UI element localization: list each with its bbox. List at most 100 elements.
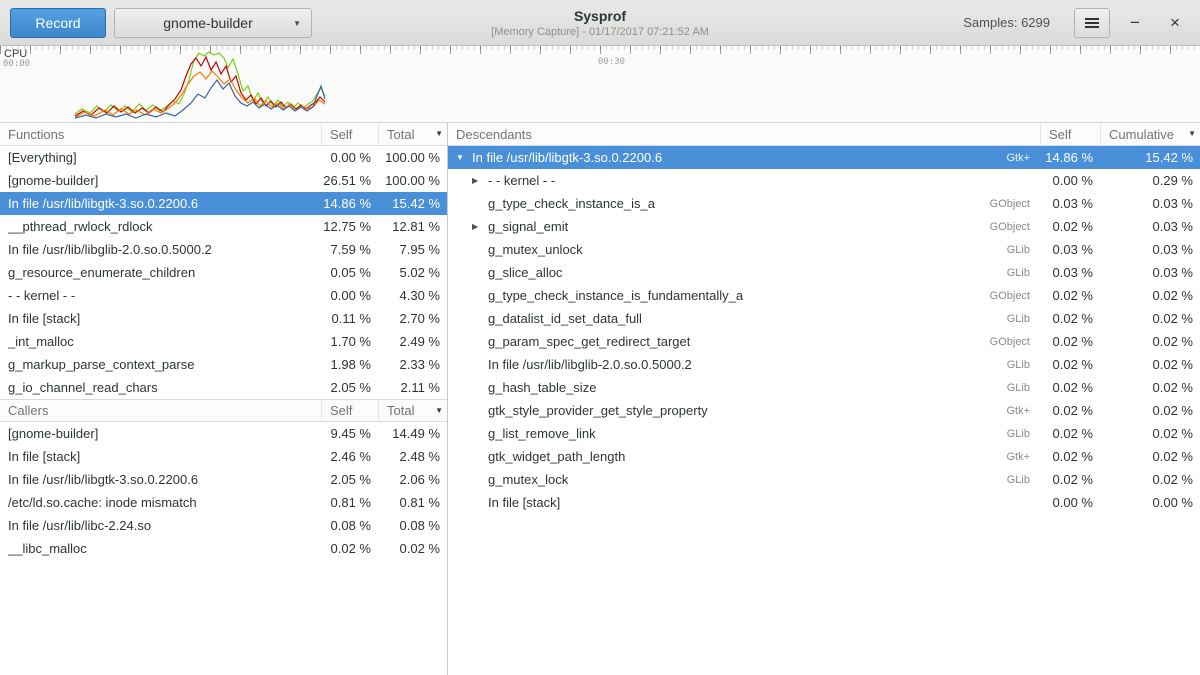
column-header-self[interactable]: Self: [321, 123, 378, 145]
column-header-total[interactable]: Total ▼: [378, 123, 447, 145]
library-tag: GLib: [997, 474, 1040, 486]
capture-subtitle: [Memory Capture] - 01/17/2017 07:21:52 A…: [491, 24, 709, 38]
column-header-functions[interactable]: Functions: [0, 123, 321, 145]
table-row[interactable]: g_list_remove_link GLib 0.02 % 0.02 %: [448, 422, 1200, 445]
table-row[interactable]: In file /usr/lib/libgtk-3.so.0.2200.6 14…: [0, 192, 447, 215]
column-header-descendants[interactable]: Descendants: [448, 123, 1040, 145]
functions-table-header: Functions Self Total ▼: [0, 123, 447, 146]
table-row[interactable]: - - kernel - - 0.00 % 4.30 %: [0, 284, 447, 307]
cumulative-value: 0.02 %: [1100, 449, 1200, 464]
table-row[interactable]: ▼ In file /usr/lib/libgtk-3.so.0.2200.6 …: [448, 146, 1200, 169]
total-value: 2.06 %: [378, 472, 447, 487]
descendants-table-header: Descendants Self Cumulative ▼: [448, 123, 1200, 146]
close-button[interactable]: ×: [1160, 8, 1190, 38]
table-row[interactable]: gtk_style_provider_get_style_property Gt…: [448, 399, 1200, 422]
descendants-table-body: ▼ In file /usr/lib/libgtk-3.so.0.2200.6 …: [448, 146, 1200, 514]
function-name: _int_malloc: [0, 334, 321, 349]
function-name: g_resource_enumerate_children: [0, 265, 321, 280]
function-name: In file /usr/lib/libglib-2.0.so.0.5000.2…: [448, 357, 1040, 372]
cumulative-value: 0.02 %: [1100, 403, 1200, 418]
menu-button[interactable]: [1074, 8, 1110, 38]
table-row[interactable]: g_io_channel_read_chars 2.05 % 2.11 %: [0, 376, 447, 399]
process-selector-dropdown[interactable]: gnome-builder ▼: [114, 8, 312, 38]
table-row[interactable]: ▶ g_signal_emit GObject 0.02 % 0.03 %: [448, 215, 1200, 238]
table-row[interactable]: g_mutex_lock GLib 0.02 % 0.02 %: [448, 468, 1200, 491]
table-row[interactable]: __pthread_rwlock_rdlock 12.75 % 12.81 %: [0, 215, 447, 238]
column-header-self[interactable]: Self: [1040, 123, 1100, 145]
self-value: 0.00 %: [321, 150, 378, 165]
table-row[interactable]: In file /usr/lib/libglib-2.0.so.0.5000.2…: [448, 353, 1200, 376]
library-tag: GLib: [997, 244, 1040, 256]
column-header-callers[interactable]: Callers: [0, 400, 321, 421]
table-row[interactable]: In file /usr/lib/libgtk-3.so.0.2200.6 2.…: [0, 468, 447, 491]
table-row[interactable]: [gnome-builder] 26.51 % 100.00 %: [0, 169, 447, 192]
cpu-core-orange-line: [75, 71, 325, 117]
table-row[interactable]: g_hash_table_size GLib 0.02 % 0.02 %: [448, 376, 1200, 399]
table-row[interactable]: /etc/ld.so.cache: inode mismatch 0.81 % …: [0, 491, 447, 514]
library-tag: Gtk+: [996, 451, 1040, 463]
function-name: In file [stack]: [448, 495, 1040, 510]
self-value: 0.02 %: [1040, 219, 1100, 234]
table-row[interactable]: g_type_check_instance_is_fundamentally_a…: [448, 284, 1200, 307]
self-value: 0.02 %: [1040, 380, 1100, 395]
table-row[interactable]: __libc_malloc 0.02 % 0.02 %: [0, 537, 447, 560]
table-row[interactable]: In file /usr/lib/libglib-2.0.so.0.5000.2…: [0, 238, 447, 261]
table-row[interactable]: g_markup_parse_context_parse 1.98 % 2.33…: [0, 353, 447, 376]
table-row[interactable]: g_resource_enumerate_children 0.05 % 5.0…: [0, 261, 447, 284]
function-name: [gnome-builder]: [0, 426, 321, 441]
function-name: In file /usr/lib/libgtk-3.so.0.2200.6: [0, 196, 321, 211]
table-row[interactable]: g_mutex_unlock GLib 0.03 % 0.03 %: [448, 238, 1200, 261]
column-header-total[interactable]: Total ▼: [378, 400, 447, 421]
library-tag: Gtk+: [996, 405, 1040, 417]
minimize-button[interactable]: −: [1120, 8, 1150, 38]
table-row[interactable]: In file /usr/lib/libc-2.24.so 0.08 % 0.0…: [0, 514, 447, 537]
library-tag: Gtk+: [996, 152, 1040, 164]
column-header-self[interactable]: Self: [321, 400, 378, 421]
self-value: 0.02 %: [1040, 472, 1100, 487]
self-value: 2.05 %: [321, 380, 378, 395]
table-row[interactable]: In file [stack] 2.46 % 2.48 %: [0, 445, 447, 468]
expander-icon[interactable]: ▶: [472, 223, 488, 231]
table-row[interactable]: _int_malloc 1.70 % 2.49 %: [0, 330, 447, 353]
cumulative-value: 0.02 %: [1100, 472, 1200, 487]
table-row[interactable]: In file [stack] 0.00 % 0.00 %: [448, 491, 1200, 514]
table-row[interactable]: [gnome-builder] 9.45 % 14.49 %: [0, 422, 447, 445]
expander-icon[interactable]: ▼: [456, 154, 472, 162]
table-row[interactable]: [Everything] 0.00 % 100.00 %: [0, 146, 447, 169]
library-tag: GLib: [997, 267, 1040, 279]
self-value: 14.86 %: [321, 196, 378, 211]
total-value: 2.11 %: [378, 380, 447, 395]
self-value: 0.02 %: [1040, 311, 1100, 326]
table-row[interactable]: g_type_check_instance_is_a GObject 0.03 …: [448, 192, 1200, 215]
function-name: /etc/ld.so.cache: inode mismatch: [0, 495, 321, 510]
self-value: 0.00 %: [321, 288, 378, 303]
self-value: 1.98 %: [321, 357, 378, 372]
self-value: 12.75 %: [321, 219, 378, 234]
table-row[interactable]: gtk_widget_path_length Gtk+ 0.02 % 0.02 …: [448, 445, 1200, 468]
sysprof-window: Record gnome-builder ▼ Sysprof [Memory C…: [0, 0, 1200, 675]
table-row[interactable]: g_datalist_id_set_data_full GLib 0.02 % …: [448, 307, 1200, 330]
cpu-core-green-line: [75, 52, 325, 114]
total-value: 14.49 %: [378, 426, 447, 441]
column-header-total-label: Total: [387, 403, 414, 418]
function-name: g_io_channel_read_chars: [0, 380, 321, 395]
self-value: 0.02 %: [321, 541, 378, 556]
function-name: gtk_style_provider_get_style_property Gt…: [448, 403, 1040, 418]
column-header-cumulative[interactable]: Cumulative ▼: [1100, 123, 1200, 145]
window-title-block: Sysprof [Memory Capture] - 01/17/2017 07…: [491, 6, 709, 38]
self-value: 0.81 %: [321, 495, 378, 510]
table-row[interactable]: ▶ - - kernel - - 0.00 % 0.29 %: [448, 169, 1200, 192]
record-button[interactable]: Record: [10, 8, 106, 38]
function-name: g_param_spec_get_redirect_target GObject: [448, 334, 1040, 349]
self-value: 0.02 %: [1040, 449, 1100, 464]
total-value: 4.30 %: [378, 288, 447, 303]
cpu-timeline[interactable]: CPU 00:00 00:30: [0, 46, 1200, 122]
self-value: 0.02 %: [1040, 334, 1100, 349]
table-row[interactable]: g_slice_alloc GLib 0.03 % 0.03 %: [448, 261, 1200, 284]
function-name: In file /usr/lib/libc-2.24.so: [0, 518, 321, 533]
function-name: g_slice_alloc GLib: [448, 265, 1040, 280]
self-value: 0.00 %: [1040, 495, 1100, 510]
table-row[interactable]: g_param_spec_get_redirect_target GObject…: [448, 330, 1200, 353]
expander-icon[interactable]: ▶: [472, 177, 488, 185]
table-row[interactable]: In file [stack] 0.11 % 2.70 %: [0, 307, 447, 330]
